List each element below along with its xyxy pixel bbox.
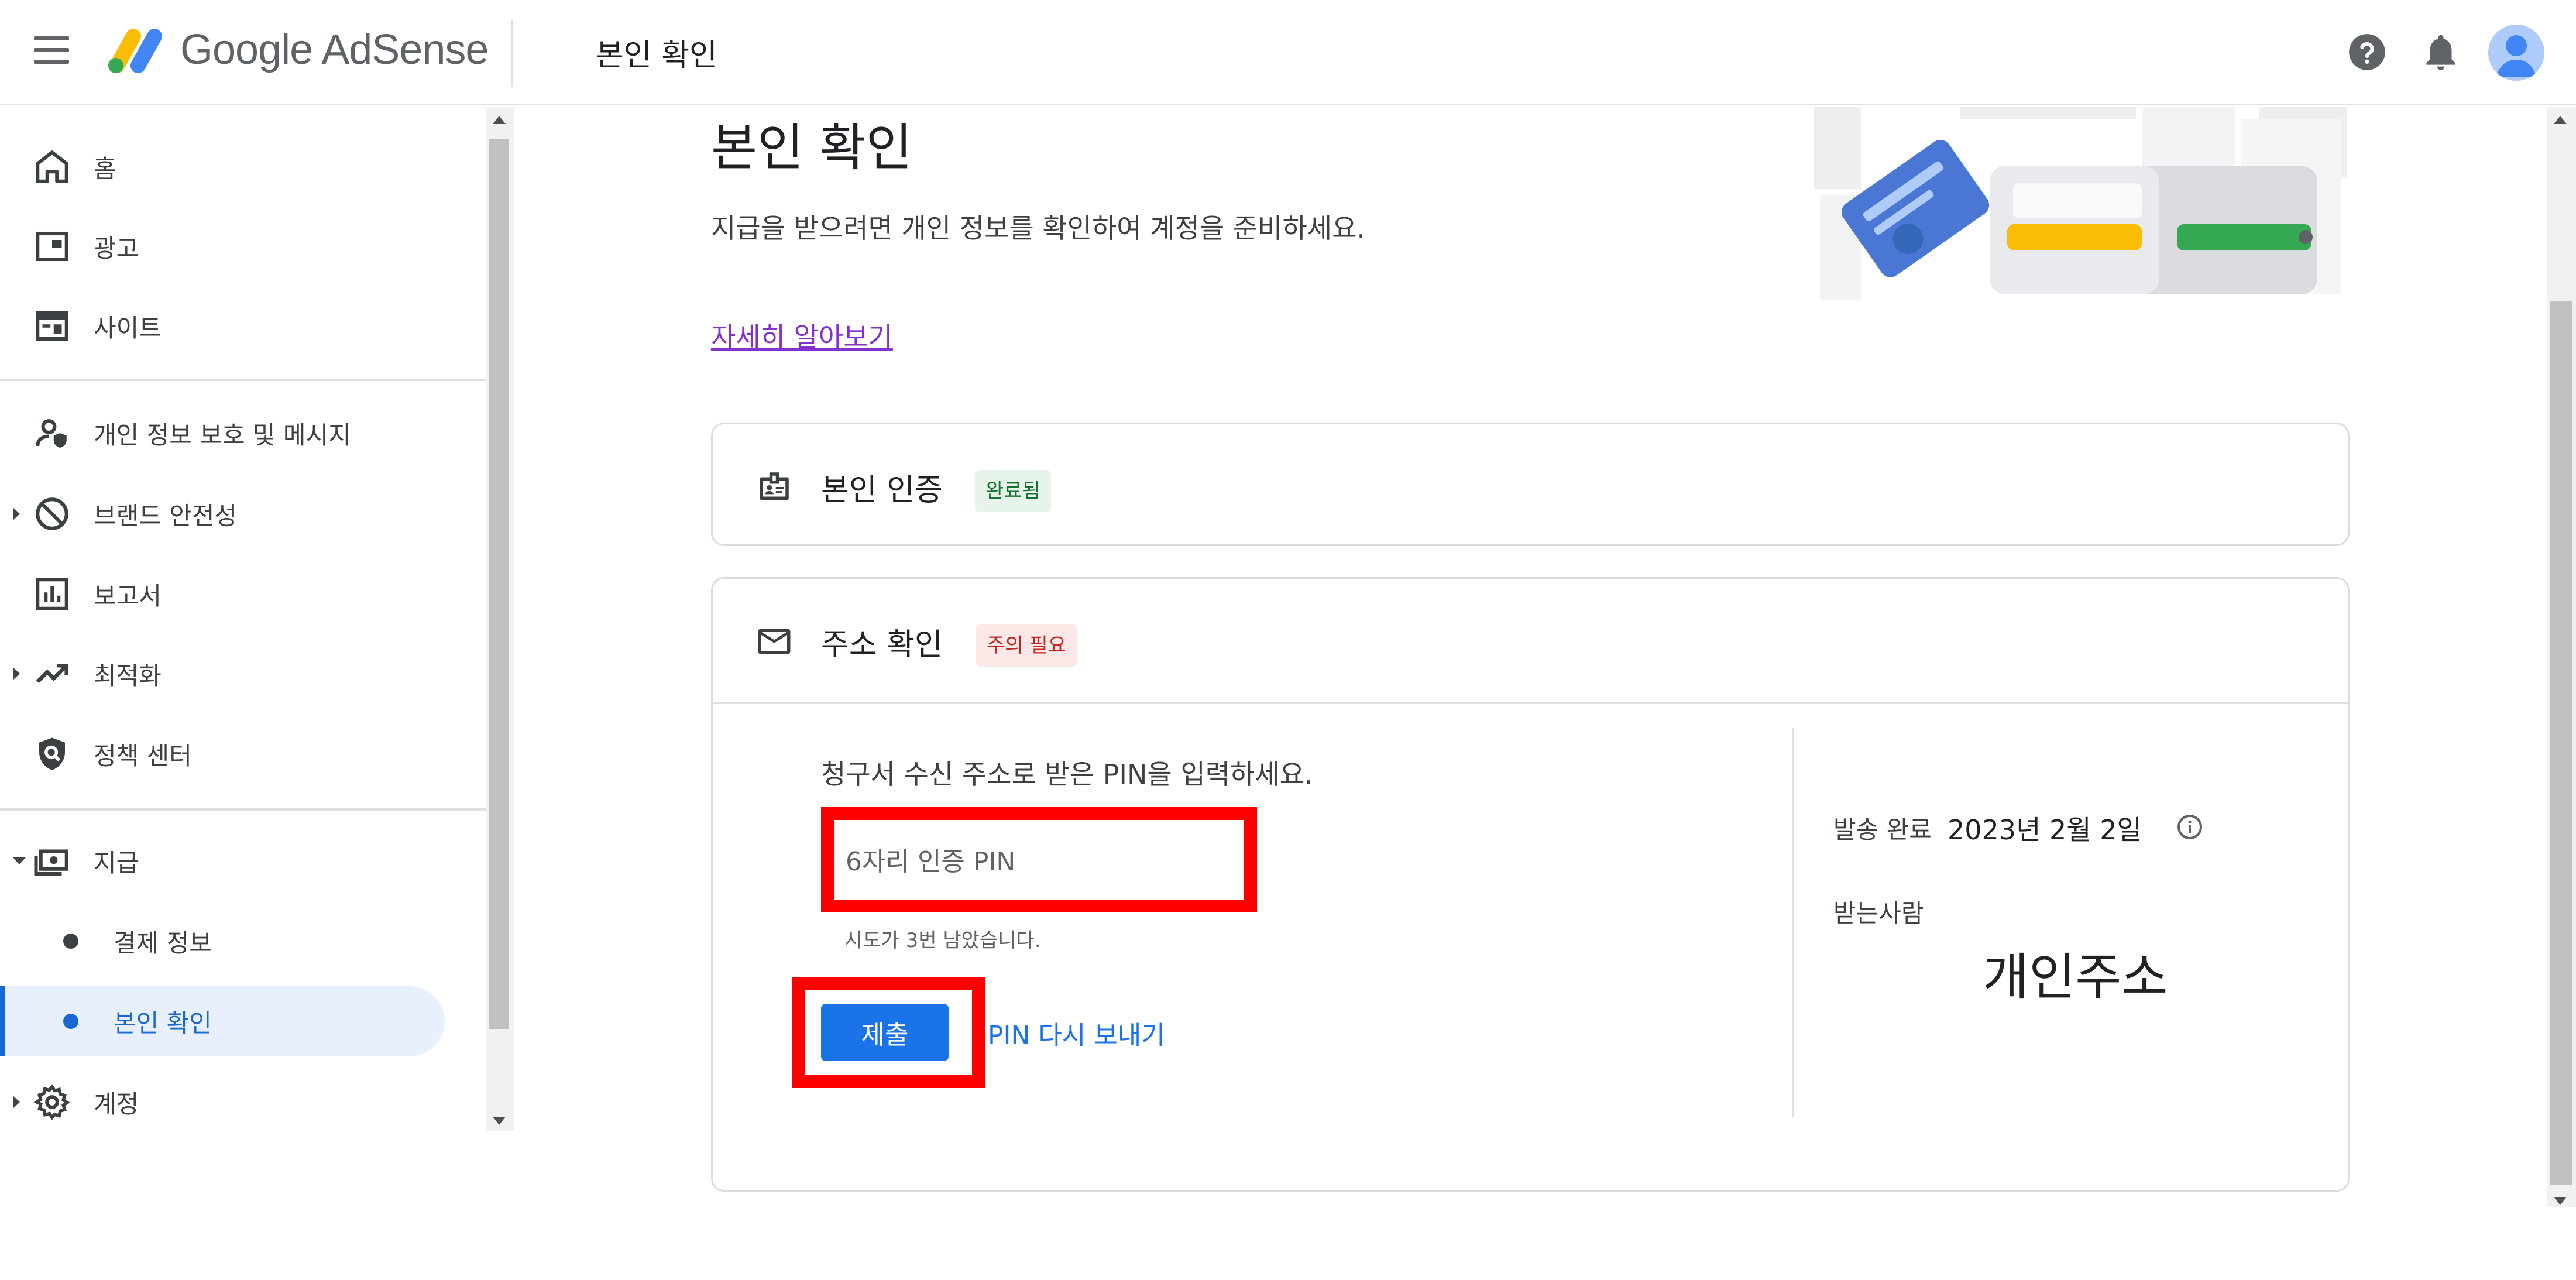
pin-highlight-box	[821, 807, 1257, 912]
status-badge-attention: 주의 필요	[976, 624, 1077, 667]
sidebar-menu: 홈광고사이트개인 정보 보호 및 메시지브랜드 안전성보고서최적화정책 센터지급…	[0, 107, 486, 1131]
sidebar-divider	[0, 379, 486, 381]
trending-icon	[36, 663, 69, 684]
bullet-icon	[63, 1014, 78, 1029]
sent-date: 2023년 2월 2일	[1948, 814, 2142, 846]
identity-title: 본인 인증	[821, 473, 943, 508]
sidebar-divider	[0, 808, 486, 811]
sidebar-item-policy[interactable]: 정책 센터	[0, 719, 445, 789]
avatar[interactable]	[2488, 25, 2544, 81]
recipient-address: 개인주소	[1983, 948, 2168, 1007]
pin-input[interactable]	[846, 841, 1220, 882]
sidebar-item-block[interactable]: 브랜드 안전성	[0, 479, 445, 549]
resend-pin-link[interactable]: PIN 다시 보내기	[988, 1014, 1165, 1052]
sidebar-item-privacy[interactable]: 개인 정보 보호 및 메시지	[0, 398, 445, 468]
menu-icon[interactable]	[34, 36, 69, 69]
sidebar-item-sites[interactable]: 사이트	[0, 291, 445, 361]
adsense-logo	[108, 29, 162, 73]
gear-icon	[33, 1084, 70, 1120]
expand-more-icon[interactable]	[13, 667, 20, 680]
sites-icon	[36, 311, 68, 341]
page-description: 지급을 받으려면 개인 정보를 확인하여 계정을 준비하세요.	[711, 212, 1366, 244]
main-scroll-down-icon[interactable]	[2554, 1197, 2567, 1205]
sidebar-item-home[interactable]: 홈	[0, 132, 445, 202]
submit-highlight-box: 제출	[792, 977, 985, 1088]
sidebar-item-gear[interactable]: 계정	[0, 1067, 445, 1131]
expand-less-icon[interactable]	[13, 857, 26, 864]
content-divider	[513, 107, 514, 1131]
sidebar-item-trending[interactable]: 최적화	[0, 639, 445, 709]
help-icon[interactable]	[2345, 30, 2389, 74]
sidebar-item-label: 지급	[94, 848, 139, 877]
sidebar-item-label: 계정	[94, 1089, 139, 1118]
column-divider	[1792, 728, 1794, 1117]
learn-more-link[interactable]: 자세히 알아보기	[711, 316, 893, 355]
block-icon	[36, 497, 68, 530]
top-app-bar: Google AdSense 본인 확인	[0, 0, 2576, 105]
sidebar-scrollbar-thumb[interactable]	[489, 139, 509, 1029]
id-badge-icon	[760, 472, 789, 500]
reports-icon	[36, 578, 68, 610]
main-scrollbar-thumb[interactable]	[2550, 301, 2572, 1185]
sidebar-item-label: 광고	[94, 234, 139, 263]
home-icon	[36, 150, 68, 183]
payments-icon	[34, 849, 68, 876]
sidebar-item-label: 브랜드 안전성	[94, 501, 238, 530]
card-divider	[713, 702, 2348, 704]
sidebar-item-label: 보고서	[94, 581, 162, 610]
header-title: 본인 확인	[596, 38, 717, 73]
info-icon[interactable]	[2176, 813, 2204, 841]
expand-more-icon[interactable]	[13, 1096, 20, 1109]
expand-more-icon[interactable]	[13, 507, 20, 520]
sent-label: 발송 완료	[1833, 815, 1932, 844]
policy-icon	[39, 737, 65, 770]
sidebar-item-label: 사이트	[94, 313, 162, 342]
main-scroll-up-icon[interactable]	[2554, 116, 2567, 124]
sidebar-item-label: 최적화	[94, 661, 162, 690]
sidebar-scroll-down-icon[interactable]	[493, 1117, 506, 1125]
privacy-icon	[36, 419, 67, 448]
page-title: 본인 확인	[711, 119, 912, 177]
sidebar-item-sub-11[interactable]: 본인 확인	[0, 986, 445, 1056]
wallet-illustration	[1814, 107, 2352, 309]
sidebar-item-label: 개인 정보 보호 및 메시지	[94, 420, 351, 449]
sidebar-scroll-up-icon[interactable]	[493, 116, 506, 124]
address-card-header[interactable]: 주소 확인 주의 필요	[713, 579, 2348, 702]
sidebar-item-sub-10[interactable]: 결제 정보	[0, 906, 445, 976]
brand-name[interactable]: Google AdSense	[180, 26, 489, 74]
header-divider	[511, 19, 513, 87]
notifications-icon[interactable]	[2419, 30, 2462, 74]
remaining-attempts: 시도가 3번 남았습니다.	[844, 929, 1041, 952]
submit-button[interactable]: 제출	[821, 1004, 949, 1061]
mail-icon	[758, 629, 791, 654]
sidebar-item-label: 홈	[94, 154, 116, 183]
status-badge-completed: 완료됨	[975, 470, 1051, 512]
ads-icon	[36, 231, 68, 262]
sidebar-item-label: 정책 센터	[94, 741, 192, 770]
pin-instructions: 청구서 수신 주소로 받은 PIN을 입력하세요.	[821, 759, 1313, 790]
address-verification-card: 주소 확인 주의 필요 청구서 수신 주소로 받은 PIN을 입력하세요. 시도…	[711, 577, 2350, 1192]
sidebar-item-payments[interactable]: 지급	[0, 826, 445, 896]
sidebar-item-reports[interactable]: 보고서	[0, 559, 445, 629]
identity-verification-card[interactable]: 본인 인증 완료됨	[711, 423, 2350, 546]
bullet-icon	[63, 934, 78, 949]
sidebar-item-ads[interactable]: 광고	[0, 211, 445, 282]
address-title: 주소 확인	[821, 627, 943, 663]
sidebar-item-label: 결제 정보	[114, 928, 212, 958]
recipient-label: 받는사람	[1833, 899, 1924, 928]
sidebar-item-label: 본인 확인	[114, 1008, 212, 1038]
